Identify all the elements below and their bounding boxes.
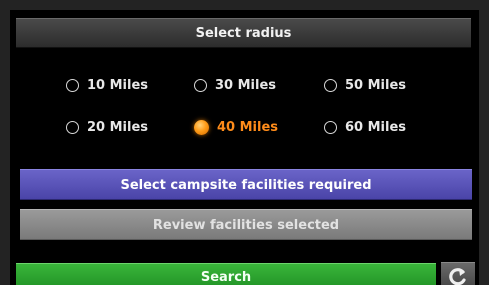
search-button[interactable]: Search	[16, 263, 436, 285]
radius-option-40[interactable]: 40 Miles	[194, 120, 278, 135]
radius-option-10[interactable]: 10 Miles	[66, 78, 148, 93]
radius-option-label: 30 Miles	[215, 78, 277, 93]
radio-icon	[324, 79, 337, 92]
screen: Select radius 10 Miles 30 Miles 50 Miles…	[10, 10, 479, 285]
review-facilities-button[interactable]: Review facilities selected	[20, 209, 472, 240]
radius-option-20[interactable]: 20 Miles	[66, 120, 148, 135]
radius-option-label: 50 Miles	[345, 78, 407, 93]
radius-option-label: 20 Miles	[87, 120, 149, 135]
radius-option-label: 60 Miles	[345, 120, 407, 135]
radius-option-30[interactable]: 30 Miles	[194, 78, 276, 93]
radius-option-60[interactable]: 60 Miles	[324, 120, 406, 135]
device-frame: Select radius 10 Miles 30 Miles 50 Miles…	[0, 0, 489, 285]
radio-icon	[194, 79, 207, 92]
radius-option-label: 40 Miles	[217, 120, 279, 135]
back-button[interactable]	[441, 262, 475, 285]
back-arrow-icon	[449, 268, 466, 285]
radius-options: 10 Miles 30 Miles 50 Miles 20 Miles 40 M…	[48, 62, 448, 162]
radius-option-50[interactable]: 50 Miles	[324, 78, 406, 93]
radio-selected-icon	[194, 120, 209, 135]
page-title: Select radius	[16, 18, 471, 48]
radio-icon	[324, 121, 337, 134]
radio-icon	[66, 79, 79, 92]
select-facilities-button[interactable]: Select campsite facilities required	[20, 169, 472, 200]
radius-option-label: 10 Miles	[87, 78, 149, 93]
radio-icon	[66, 121, 79, 134]
